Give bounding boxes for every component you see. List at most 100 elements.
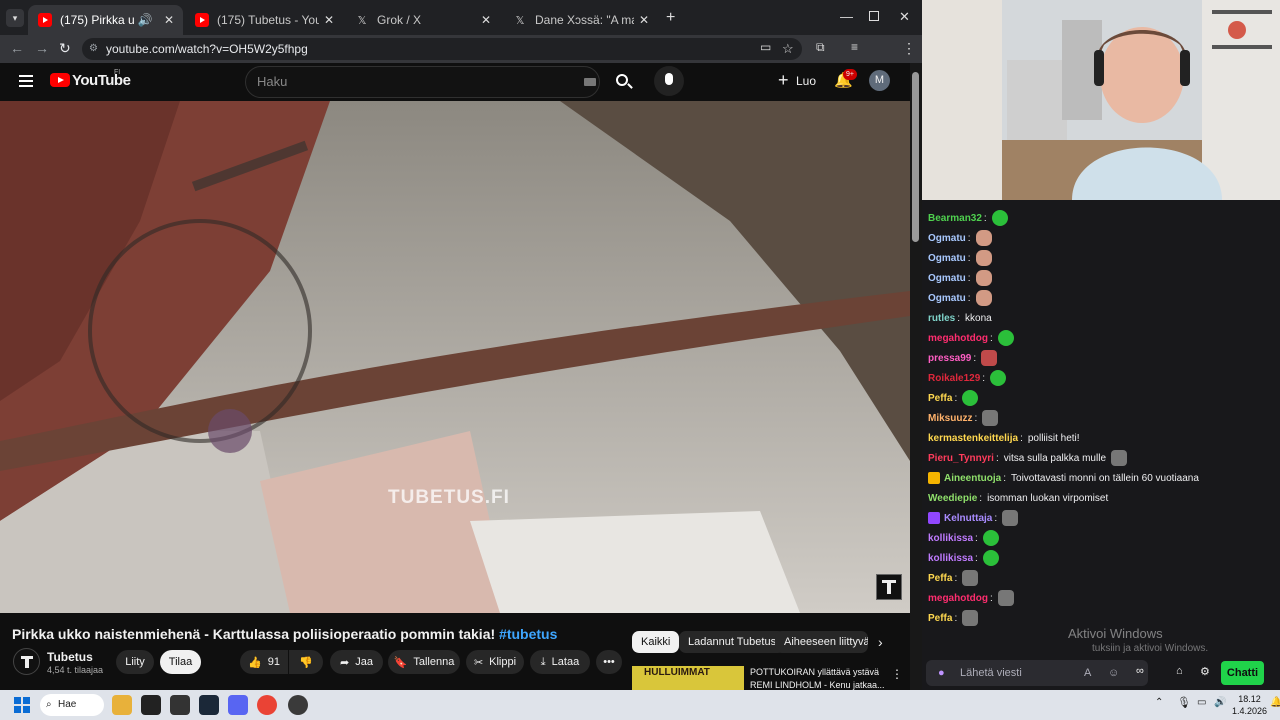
recommendation-title-line2[interactable]: REMI LINDHOLM - Kenu jatkaa... (750, 680, 885, 690)
emote-gray-icon[interactable] (1002, 510, 1019, 526)
like-button[interactable]: 👍 91 (240, 650, 288, 674)
emote-face-icon[interactable] (975, 230, 992, 246)
obs-icon[interactable] (288, 695, 308, 715)
youtube-logo-text[interactable]: YouTube (72, 72, 131, 89)
emote-face-icon[interactable] (975, 290, 992, 306)
chat-username[interactable]: Ogmatu (928, 273, 966, 284)
chat-username[interactable]: kollikissa (928, 553, 973, 564)
more-actions-button[interactable]: ••• (596, 650, 622, 674)
chat-username[interactable]: kollikissa (928, 533, 973, 544)
chevron-right-icon[interactable]: › (878, 634, 883, 650)
discord-icon[interactable] (228, 695, 248, 715)
emote-green-icon[interactable] (982, 550, 999, 566)
recommendation-title[interactable]: POTTUKOIRAN yllättävä ystävä (750, 667, 879, 677)
install-app-icon[interactable]: ▭ (760, 40, 771, 54)
video-player[interactable]: TUBETUS.FI (0, 101, 910, 613)
tab-2[interactable]: (175) Tubetus - YouTube ✕ (185, 5, 343, 35)
account-avatar[interactable]: M (869, 70, 890, 91)
chat-username[interactable]: Peffa (928, 573, 952, 584)
emote-green-icon[interactable] (991, 210, 1008, 226)
extensions-icon[interactable]: ⧉ (816, 40, 825, 55)
tab-4[interactable]: 𝕏 Dane Xɔssä: "A massive Swedish ✕ (503, 5, 658, 35)
emote-gray-icon[interactable] (997, 590, 1014, 606)
media-control-icon[interactable]: ≡ (851, 40, 858, 54)
chat-username[interactable]: Ogmatu (928, 233, 966, 244)
capcut-icon[interactable] (141, 695, 161, 715)
join-button[interactable]: Liity (116, 650, 154, 674)
chat-username[interactable]: megahotdog (928, 593, 988, 604)
keyboard-icon[interactable] (584, 78, 596, 86)
channel-watermark-icon[interactable] (876, 574, 902, 600)
emote-gray-icon[interactable] (962, 610, 979, 626)
recommendation-thumbnail[interactable]: HULLUIMMAT (632, 666, 744, 690)
tab-1[interactable]: (175) Pirkka ukko naistenmi 🔊 ✕ (28, 5, 183, 35)
emote-face-icon[interactable] (975, 270, 992, 286)
network-icon[interactable]: ▭ (1197, 697, 1206, 708)
emote-green-icon[interactable] (962, 390, 979, 406)
chat-username[interactable]: rutles (928, 313, 955, 324)
channel-points-icon[interactable]: ∞ (1136, 665, 1144, 677)
tab-close-icon[interactable]: ✕ (634, 13, 654, 27)
chat-username[interactable]: Peffa (928, 393, 952, 404)
close-window-button[interactable]: ✕ (899, 9, 910, 25)
emote-gray-icon[interactable] (962, 570, 979, 586)
chat-message-input[interactable]: ● Lähetä viesti A ☺ (926, 660, 1148, 686)
chat-username[interactable]: kermastenkeittelija (928, 433, 1018, 444)
settings-gear-icon[interactable]: ⚙ (1200, 665, 1210, 678)
channel-name[interactable]: Tubetus (47, 650, 93, 664)
share-button[interactable]: ➦ Jaa (330, 650, 383, 674)
menu-hamburger-icon[interactable] (19, 75, 33, 77)
chip-related[interactable]: Aiheeseen liittyvä (775, 631, 868, 653)
chat-username[interactable]: Bearman32 (928, 213, 982, 224)
nle-app-icon[interactable] (170, 695, 190, 715)
chat-username[interactable]: megahotdog (928, 333, 988, 344)
chat-badge-icon[interactable] (928, 512, 940, 524)
save-button[interactable]: 🔖 Tallenna (388, 650, 460, 674)
emote-green-icon[interactable] (997, 330, 1014, 346)
browser-menu-icon[interactable]: ⋮ (902, 40, 916, 57)
search-button[interactable] (600, 66, 646, 98)
chat-username[interactable]: Pieru_Tynnyri (928, 453, 994, 464)
emote-green-icon[interactable] (982, 530, 999, 546)
new-tab-button[interactable]: + (666, 9, 675, 27)
tab-search-button[interactable]: ▾ (6, 9, 24, 27)
tab-3[interactable]: 𝕏 Grok / X ✕ (345, 5, 500, 35)
create-plus-icon[interactable]: + (778, 70, 789, 91)
store-icon[interactable]: ⌂ (1176, 665, 1183, 677)
steam-icon[interactable] (199, 695, 219, 715)
url-field[interactable]: ⚙ youtube.com/watch?v=OH5W2y5fhpg (82, 38, 802, 60)
notifications-icon[interactable]: 🔔 (1270, 697, 1280, 708)
create-button[interactable]: Luo (796, 74, 816, 88)
chat-username[interactable]: Kelnuttaja (944, 513, 992, 524)
chat-username[interactable]: Ogmatu (928, 293, 966, 304)
back-arrow-icon[interactable]: ← (10, 40, 24, 56)
chat-username[interactable]: Roikale129 (928, 373, 980, 384)
youtube-logo-icon[interactable] (50, 73, 70, 87)
dislike-button[interactable]: 👎 (289, 650, 323, 674)
microphone-icon[interactable]: ● (938, 660, 945, 686)
emote-green-icon[interactable] (990, 370, 1007, 386)
download-button[interactable]: ⤓ Lataa (530, 650, 590, 674)
site-info-icon[interactable]: ⚙ (89, 38, 98, 60)
chip-all[interactable]: Kaikki (632, 631, 680, 653)
scrollbar-thumb[interactable] (912, 72, 919, 242)
tray-mic-icon[interactable]: 🎙 (1177, 696, 1191, 709)
emote-face-icon[interactable] (975, 250, 992, 266)
file-explorer-icon[interactable] (112, 695, 132, 715)
forward-arrow-icon[interactable]: → (35, 40, 49, 56)
chat-username[interactable]: Miksuuzz (928, 413, 972, 424)
voice-search-button[interactable] (654, 66, 684, 96)
tab-close-icon[interactable]: ✕ (319, 13, 339, 27)
maximize-button[interactable] (869, 11, 879, 21)
volume-icon[interactable]: 🔊 (1214, 697, 1226, 708)
search-input[interactable]: Haku (245, 66, 600, 98)
system-clock[interactable]: 18.12 1.4.2026 (1232, 693, 1267, 717)
emote-gray-icon[interactable] (1111, 450, 1127, 466)
chat-username[interactable]: pressa99 (928, 353, 971, 364)
reload-icon[interactable]: ↻ (59, 40, 71, 57)
taskbar-search[interactable]: ⌕ Hae (40, 694, 104, 716)
subscribe-button[interactable]: Tilaa (160, 650, 201, 674)
channel-avatar[interactable] (13, 648, 40, 675)
bookmark-star-icon[interactable]: ☆ (782, 41, 794, 57)
tab-close-icon[interactable]: ✕ (159, 13, 179, 27)
